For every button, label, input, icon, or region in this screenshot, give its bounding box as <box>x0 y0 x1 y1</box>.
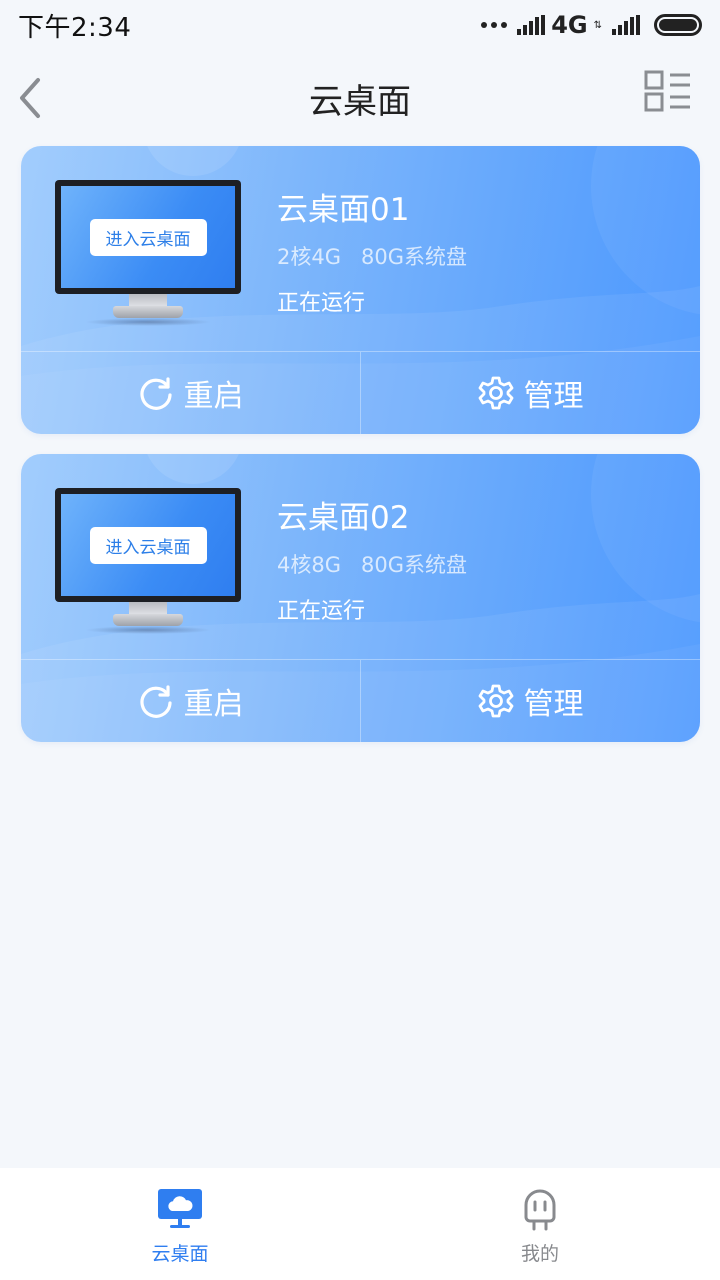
bottom-tab-bar: 云桌面 我的 <box>0 1168 720 1280</box>
cloud-monitor-icon <box>158 1188 202 1228</box>
signal-icon <box>517 15 546 35</box>
status-time: 下午2:34 <box>18 12 132 43</box>
nav-bar: 云桌面 <box>0 50 720 146</box>
cpu-spec: 2核4G <box>277 245 341 269</box>
tab-label: 我的 <box>520 1242 559 1265</box>
cpu-spec: 4核8G <box>277 553 341 577</box>
data-arrows-icon: ⇅ <box>593 19 602 31</box>
manage-button[interactable]: 管理 <box>360 352 700 434</box>
battery-icon <box>654 14 702 36</box>
enter-desktop-button[interactable]: 进入云桌面 <box>89 218 207 256</box>
gear-icon <box>478 376 513 410</box>
manage-label: 管理 <box>523 379 584 414</box>
desktop-status: 正在运行 <box>277 599 366 624</box>
disk-spec: 80G系统盘 <box>361 245 467 269</box>
status-indicators: 4G ⇅ <box>481 11 702 39</box>
desktop-list: 进入云桌面 云桌面01 2核4G 80G系统盘 正在运行 重启 管理 进入云桌面… <box>21 146 700 762</box>
manage-button[interactable]: 管理 <box>360 660 700 742</box>
refresh-icon <box>139 685 172 718</box>
desktop-name: 云桌面01 <box>277 192 410 228</box>
card-actions: 重启 管理 <box>21 351 700 434</box>
tab-label: 云桌面 <box>151 1242 209 1265</box>
page-title: 云桌面 <box>309 81 411 122</box>
desktop-card: 进入云桌面 云桌面01 2核4G 80G系统盘 正在运行 重启 管理 <box>21 146 700 434</box>
monitor-icon: 进入云桌面 <box>55 180 245 328</box>
restart-label: 重启 <box>183 687 244 722</box>
desktop-card: 进入云桌面 云桌面02 4核8G 80G系统盘 正在运行 重启 管理 <box>21 454 700 742</box>
manage-label: 管理 <box>523 687 584 722</box>
desktop-name: 云桌面02 <box>277 500 410 536</box>
restart-button[interactable]: 重启 <box>21 660 360 742</box>
more-dots-icon <box>481 22 508 28</box>
enter-desktop-button[interactable]: 进入云桌面 <box>89 526 207 564</box>
desktop-status: 正在运行 <box>277 291 366 316</box>
list-layout-icon[interactable] <box>644 70 692 114</box>
card-actions: 重启 管理 <box>21 659 700 742</box>
desktop-specs: 2核4G 80G系统盘 <box>277 241 467 271</box>
desktop-info: 云桌面02 4核8G 80G系统盘 正在运行 <box>277 492 467 625</box>
monitor-icon: 进入云桌面 <box>55 488 245 636</box>
disk-spec: 80G系统盘 <box>361 553 467 577</box>
signal-icon-2 <box>612 15 640 35</box>
desktop-specs: 4核8G 80G系统盘 <box>277 549 467 579</box>
chevron-left-icon[interactable] <box>16 76 48 120</box>
tab-cloud-desktop[interactable]: 云桌面 <box>0 1168 360 1280</box>
status-bar: 下午2:34 4G ⇅ <box>0 0 720 50</box>
refresh-icon <box>139 377 172 410</box>
network-type: 4G <box>551 11 588 39</box>
gear-icon <box>478 684 513 718</box>
desktop-info: 云桌面01 2核4G 80G系统盘 正在运行 <box>277 184 467 317</box>
restart-button[interactable]: 重启 <box>21 352 360 434</box>
robot-face-icon <box>524 1189 556 1230</box>
restart-label: 重启 <box>183 379 244 414</box>
tab-mine[interactable]: 我的 <box>360 1168 720 1280</box>
